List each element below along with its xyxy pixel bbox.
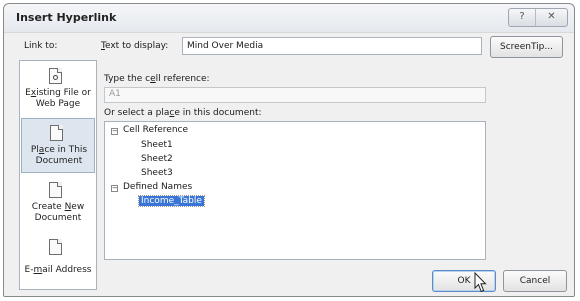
insert-hyperlink-dialog: Insert Hyperlink ? ✕ Link to: Text to di… [3, 3, 575, 297]
expand-collapse-icon[interactable]: − [111, 128, 118, 135]
place-in-document-icon [50, 125, 63, 141]
link-email-address-label: E-mail Address [24, 265, 92, 275]
link-existing-file-label: Existing File or Web Page [25, 88, 91, 109]
link-to-bar: Existing File or Web Page Place in This Do… [19, 60, 97, 290]
link-to-label: Link to: [24, 41, 58, 51]
link-existing-file[interactable]: Existing File or Web Page [21, 62, 95, 117]
link-create-new-document[interactable]: Create New Document [21, 176, 95, 231]
link-place-in-document[interactable]: Place in This Document [21, 118, 95, 173]
help-button[interactable]: ? [509, 9, 536, 26]
tree-node-sheet[interactable]: Sheet3 [141, 168, 173, 178]
cell-reference-label: Type the cell reference: [104, 74, 210, 84]
tree-node-sheet[interactable]: Sheet2 [141, 154, 173, 164]
link-place-in-document-label: Place in This Document [30, 145, 88, 166]
expand-collapse-icon[interactable]: − [111, 185, 118, 192]
close-button[interactable]: ✕ [536, 9, 567, 26]
text-to-display-label: Text to display: [101, 41, 169, 51]
cancel-button[interactable]: Cancel [503, 270, 567, 292]
cell-reference-input[interactable]: A1 [104, 87, 486, 103]
tree-node-income-table[interactable]: Income_Table [138, 195, 205, 207]
title-bar: Insert Hyperlink ? ✕ [4, 4, 574, 33]
place-tree[interactable]: − Cell Reference Sheet1 Sheet2 Sheet3 − … [104, 121, 486, 260]
link-email-address[interactable]: E-mail Address [21, 233, 95, 288]
globe-document-icon [49, 68, 62, 84]
screentip-button[interactable]: ScreenTip... [490, 36, 563, 58]
dialog-title: Insert Hyperlink [16, 11, 117, 24]
new-document-icon [49, 182, 62, 198]
window-controls: ? ✕ [508, 8, 568, 27]
tree-node-cell-reference[interactable]: Cell Reference [123, 125, 188, 135]
place-label: Or select a place in this document: [104, 108, 262, 118]
email-icon [49, 239, 62, 255]
tree-node-defined-names[interactable]: Defined Names [123, 182, 192, 192]
mouse-cursor-icon [474, 272, 487, 293]
link-create-new-document-label: Create New Document [31, 202, 85, 223]
tree-node-sheet[interactable]: Sheet1 [141, 140, 173, 150]
text-to-display-input[interactable]: Mind Over Media [182, 37, 482, 55]
